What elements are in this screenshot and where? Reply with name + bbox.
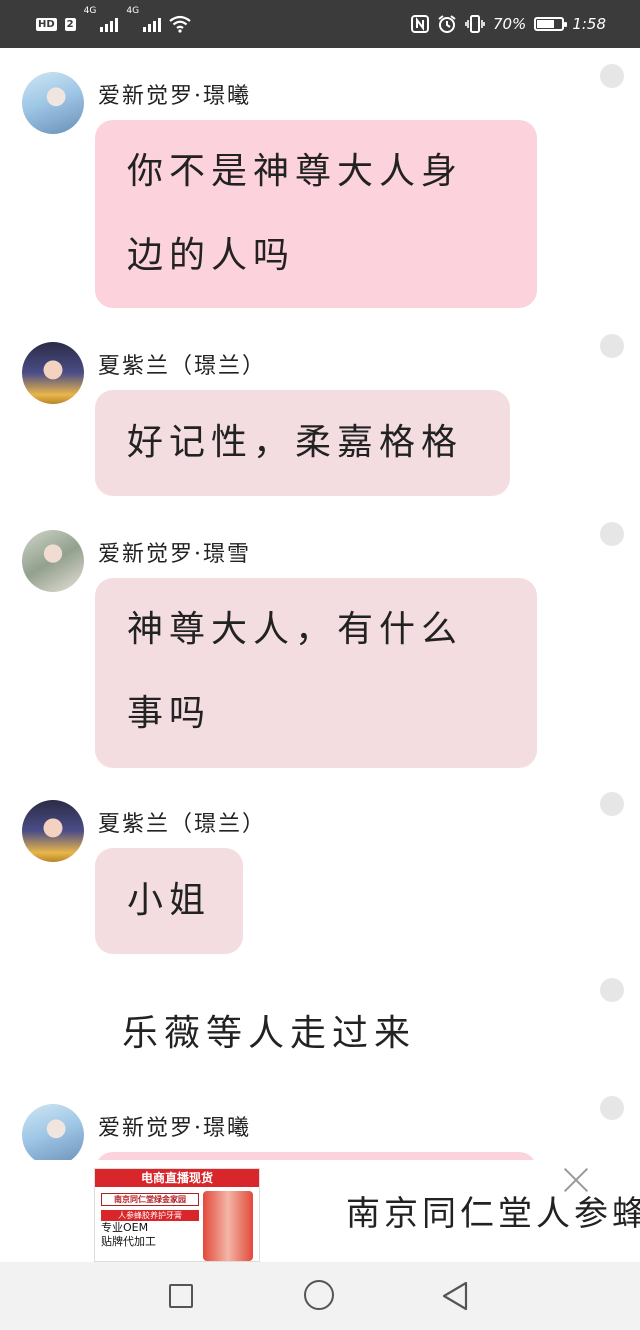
avatar[interactable] [22, 530, 84, 592]
message-line: 边的人吗 [127, 235, 296, 276]
status-bar: HD 2 4G 4G 70% 1:58 [0, 0, 640, 48]
ad-banner[interactable]: 电商直播现货 南京同仁堂绿金家园 人参蜂胶养护牙膏 专业OEM 贴牌代加工 南京… [0, 1160, 640, 1262]
read-status-dot [600, 978, 624, 1002]
alarm-icon [438, 15, 456, 33]
message-line: 好记性，柔嘉格格 [127, 422, 464, 463]
avatar[interactable] [22, 800, 84, 862]
chat-message: 爱新觉罗·璟曦 你不是神尊大人身 边的人吗 [0, 48, 640, 318]
network-type-label: 4G [83, 6, 97, 16]
home-button[interactable] [304, 1280, 334, 1310]
message-bubble[interactable]: 好记性，柔嘉格格 [95, 390, 510, 496]
close-icon[interactable] [560, 1164, 592, 1196]
avatar[interactable] [22, 1104, 84, 1166]
navigation-bar [0, 1262, 640, 1330]
message-bubble[interactable]: 你不是神尊大人身 边的人吗 [95, 120, 537, 308]
ad-title[interactable]: 南京同仁堂人参蜂 [346, 1186, 640, 1235]
signal-icon [143, 16, 162, 32]
message-line: 你不是神尊大人身 [127, 151, 464, 192]
sender-name: 夏紫兰（璟兰） [98, 354, 267, 379]
avatar[interactable] [22, 72, 84, 134]
read-status-dot [600, 1096, 624, 1120]
wifi-icon [169, 15, 191, 33]
narration-message: 乐薇等人走过来 [0, 966, 640, 1086]
message-line: 小姐 [127, 880, 212, 921]
clock: 1:58 [572, 15, 606, 33]
hd-badge: HD [36, 17, 57, 31]
read-status-dot [600, 792, 624, 816]
ad-image[interactable]: 电商直播现货 南京同仁堂绿金家园 人参蜂胶养护牙膏 专业OEM 贴牌代加工 [94, 1168, 260, 1262]
read-status-dot [600, 334, 624, 358]
chat-message: 夏紫兰（璟兰） 好记性，柔嘉格格 [0, 318, 640, 508]
toothpaste-image [203, 1191, 253, 1261]
signal-icon [100, 16, 119, 32]
nfc-icon [410, 15, 429, 33]
read-status-dot [600, 522, 624, 546]
vibrate-icon [465, 15, 485, 33]
network-type-label: 4G [126, 6, 140, 16]
sender-name: 爱新觉罗·璟曦 [98, 1116, 251, 1141]
recent-apps-button[interactable] [169, 1284, 193, 1308]
battery-percent: 70% [492, 15, 527, 33]
message-line: 事吗 [127, 693, 212, 734]
chat-message: 夏紫兰（璟兰） 小姐 [0, 776, 640, 966]
message-line: 神尊大人，有什么 [127, 609, 464, 650]
sender-name: 爱新觉罗·璟雪 [98, 542, 251, 567]
chat-message: 爱新觉罗·璟雪 神尊大人，有什么 事吗 [0, 506, 640, 781]
sender-name: 爱新觉罗·璟曦 [98, 84, 251, 109]
message-bubble[interactable]: 小姐 [95, 848, 243, 954]
ad-image-product: 人参蜂胶养护牙膏 [101, 1210, 199, 1221]
back-button[interactable] [440, 1280, 472, 1312]
read-status-dot [600, 64, 624, 88]
sender-name: 夏紫兰（璟兰） [98, 812, 267, 837]
narration-text: 乐薇等人走过来 [122, 1013, 417, 1054]
avatar[interactable] [22, 342, 84, 404]
sim-badge: 2 [64, 17, 76, 31]
ad-image-brand: 南京同仁堂绿金家园 [101, 1193, 199, 1206]
ad-image-banner: 电商直播现货 [95, 1169, 259, 1187]
battery-icon [534, 17, 568, 31]
message-bubble[interactable]: 神尊大人，有什么 事吗 [95, 578, 537, 768]
